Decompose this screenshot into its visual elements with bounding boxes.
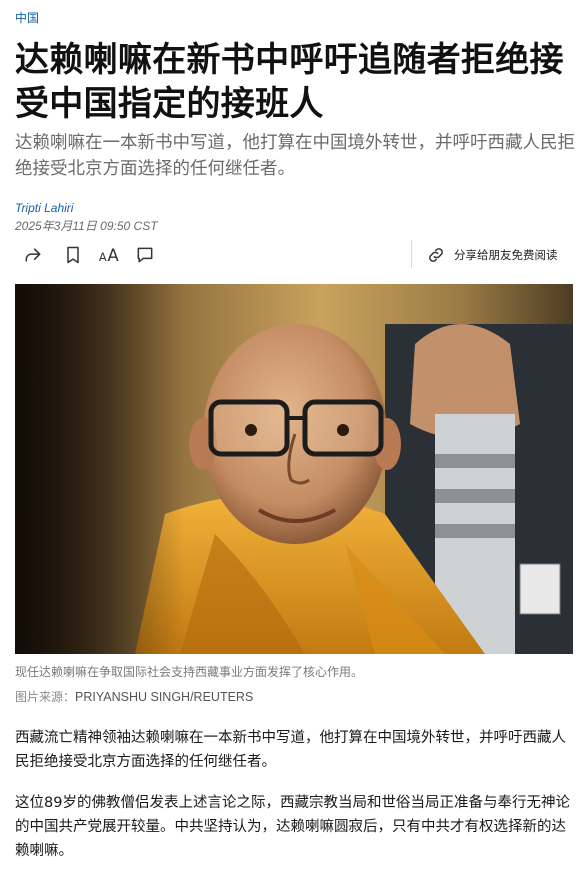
bookmark-icon xyxy=(67,246,79,264)
bookmark-button[interactable] xyxy=(60,242,86,268)
link-icon xyxy=(429,248,443,262)
image-caption: 现任达赖喇嘛在争取国际社会支持西藏事业方面发挥了核心作用。 xyxy=(15,665,364,679)
author-link[interactable]: Tripti Lahiri xyxy=(15,201,73,215)
article-standfirst: 达赖喇嘛在一本新书中写道，他打算在中国境外转世，并呼吁西藏人民拒绝接受北京方面选… xyxy=(15,133,575,179)
image-credit: 图片来源：PRIYANSHU SINGH/REUTERS xyxy=(15,688,253,705)
body-paragraph: 这位89岁的佛教僧侣发表上述言论之际，西藏宗教当局和世俗当局正准备与奉行无神论的… xyxy=(15,795,570,859)
font-size-icon: A A xyxy=(99,246,120,265)
section-tag-link[interactable]: 中国 xyxy=(15,9,39,26)
article-toolbar: A A 分享给朋友免费阅读 xyxy=(15,240,575,270)
share-arrow-icon xyxy=(25,248,41,262)
svg-text:A: A xyxy=(108,246,120,265)
gift-article-label: 分享给朋友免费阅读 xyxy=(454,248,558,262)
toolbar-divider xyxy=(411,240,412,268)
hero-photo xyxy=(15,284,573,654)
svg-text:A: A xyxy=(99,251,107,264)
font-size-button[interactable]: A A xyxy=(96,242,126,268)
comment-button[interactable] xyxy=(132,242,158,268)
gift-article-button[interactable]: 分享给朋友免费阅读 xyxy=(426,243,558,267)
publish-date: 2025年3月11日 09:50 CST xyxy=(15,219,158,233)
comment-icon xyxy=(137,247,153,263)
body-paragraph: 西藏流亡精神领袖达赖喇嘛在一本新书中写道，他打算在中国境外转世，并呼吁西藏人民拒… xyxy=(15,730,566,770)
hero-photo-illustration xyxy=(15,284,573,654)
share-button[interactable] xyxy=(20,242,46,268)
article-headline: 达赖喇嘛在新书中呼吁追随者拒绝接受中国指定的接班人 xyxy=(15,40,564,124)
image-credit-prefix: 图片来源： xyxy=(15,690,76,704)
image-credit-name: PRIYANSHU SINGH/REUTERS xyxy=(75,690,254,704)
